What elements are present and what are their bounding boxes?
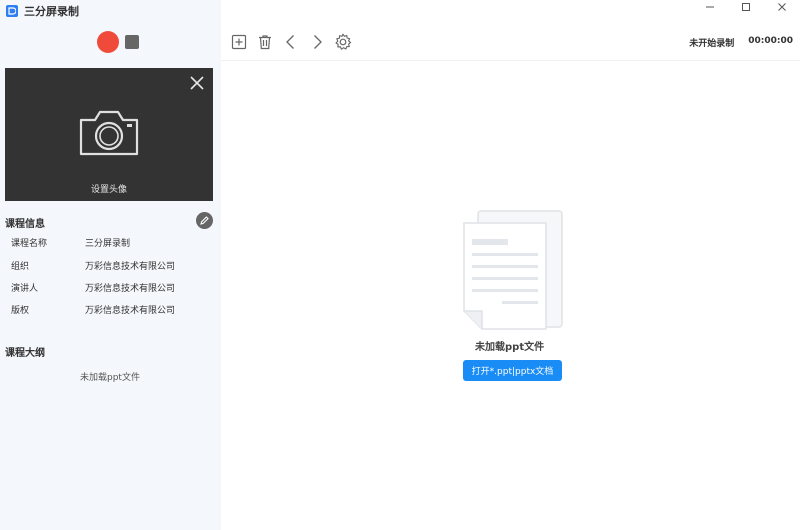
record-button[interactable] — [97, 31, 119, 53]
settings-icon — [335, 33, 352, 50]
recording-status: 未开始录制 00:00:00 — [689, 36, 793, 49]
next-icon — [314, 35, 322, 49]
info-key: 组织 — [11, 262, 30, 272]
toolbar-divider — [221, 60, 800, 61]
edit-course-info-button[interactable] — [196, 212, 213, 229]
info-value: 万彩信息技术有限公司 — [85, 284, 176, 294]
set-avatar-label[interactable]: 设置头像 — [5, 182, 213, 195]
info-value: 万彩信息技术有限公司 — [85, 262, 176, 272]
add-icon — [231, 34, 247, 50]
maximize-button[interactable] — [728, 0, 764, 14]
open-ppt-button[interactable]: 打开*.ppt|pptx文档 — [463, 360, 562, 381]
minimize-icon — [706, 6, 714, 8]
app-logo-icon — [6, 5, 18, 17]
course-info-title: 课程信息 — [5, 219, 45, 230]
info-key: 演讲人 — [11, 284, 39, 294]
next-button[interactable] — [307, 32, 327, 52]
info-key: 版权 — [11, 306, 30, 316]
maximize-icon — [742, 3, 750, 11]
info-row-speaker: 演讲人 万彩信息技术有限公司 — [11, 281, 211, 295]
previous-button[interactable] — [281, 32, 301, 52]
add-slide-button[interactable] — [229, 32, 249, 52]
info-key: 课程名称 — [11, 239, 48, 249]
delete-icon — [259, 35, 271, 50]
course-outline-title: 课程大纲 — [5, 348, 45, 359]
recording-timer: 00:00:00 — [748, 36, 793, 46]
stop-button[interactable] — [125, 35, 139, 49]
sidebar: 三分屏录制 设置头像 课程信息 课程名称 三分屏录制 组织 万彩信息技术有限公司… — [0, 0, 221, 530]
recording-controls — [97, 31, 139, 53]
info-value: 三分屏录制 — [85, 239, 131, 249]
app-titlebar: 三分屏录制 — [0, 0, 221, 22]
empty-state-title: 未加载ppt文件 — [475, 342, 545, 353]
minimize-button[interactable] — [692, 0, 728, 14]
avatar-panel[interactable]: 设置头像 — [5, 68, 213, 201]
empty-document-icon — [463, 210, 563, 330]
toolbar — [229, 32, 359, 52]
delete-button[interactable] — [255, 32, 275, 52]
settings-button[interactable] — [333, 32, 353, 52]
recording-state: 未开始录制 — [689, 39, 735, 49]
info-row-course-name: 课程名称 三分屏录制 — [11, 236, 211, 250]
camera-icon — [79, 110, 139, 156]
outline-empty-text: 未加载ppt文件 — [80, 373, 140, 383]
close-window-button[interactable] — [764, 0, 800, 14]
info-row-organization: 组织 万彩信息技术有限公司 — [11, 259, 211, 273]
window-controls — [692, 0, 800, 14]
close-window-icon — [778, 3, 786, 11]
pencil-icon — [200, 216, 209, 225]
app-title: 三分屏录制 — [24, 5, 79, 18]
close-icon[interactable] — [189, 75, 205, 91]
prev-icon — [286, 35, 294, 49]
info-value: 万彩信息技术有限公司 — [85, 306, 176, 316]
info-row-copyright: 版权 万彩信息技术有限公司 — [11, 303, 211, 317]
